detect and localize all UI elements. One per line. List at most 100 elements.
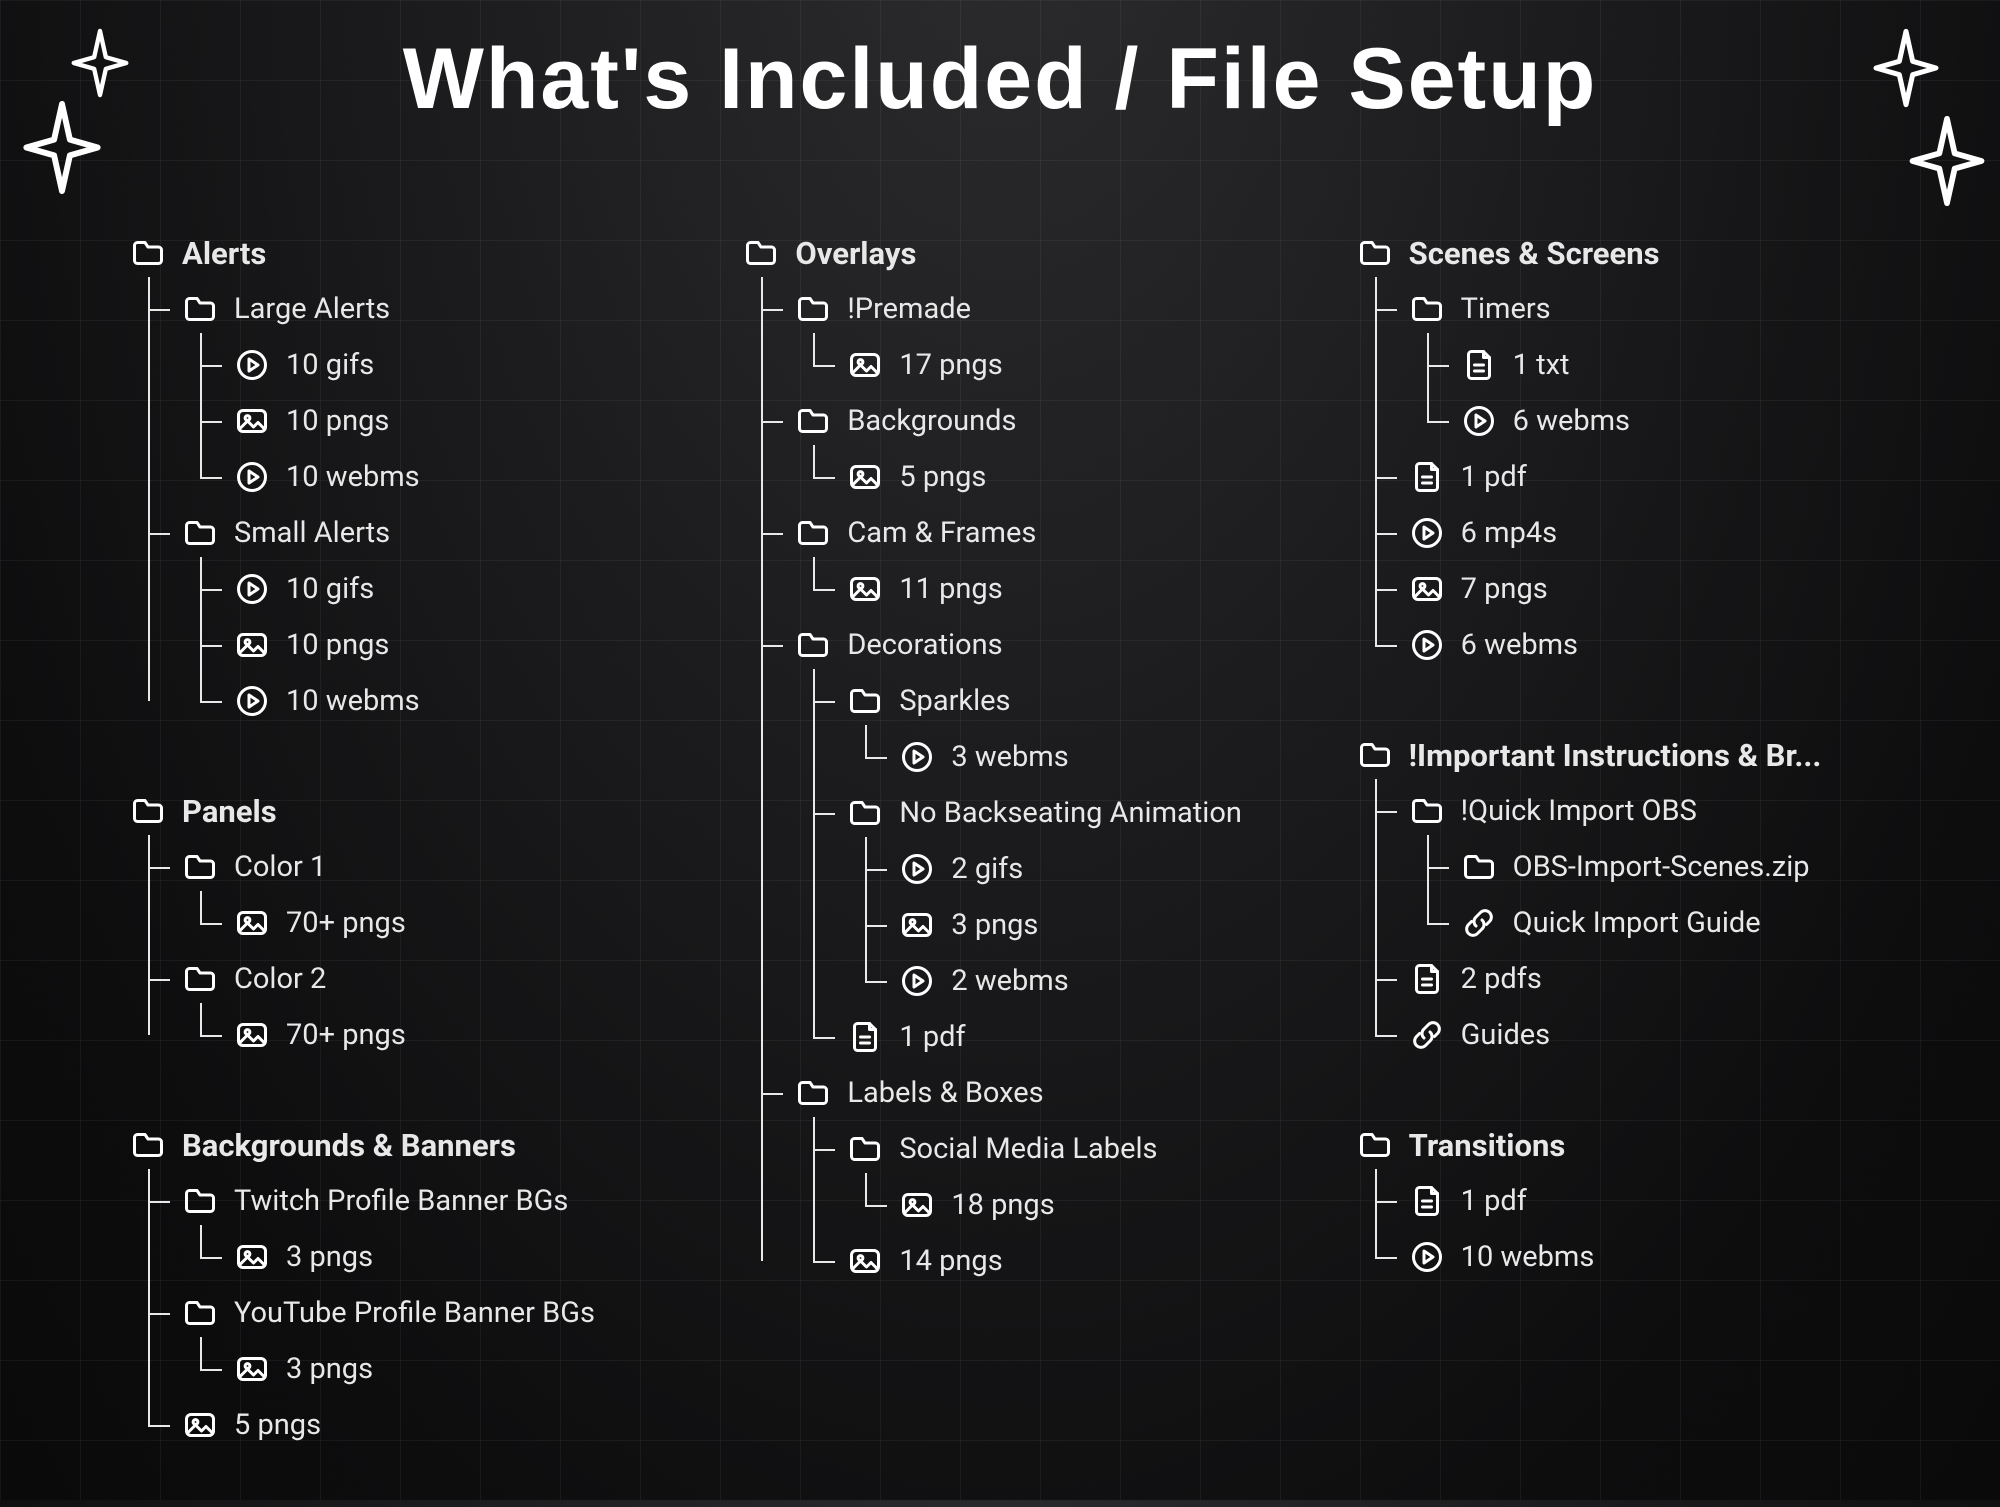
tree-node: 5 pngs	[847, 449, 1296, 505]
tree-row: !Premade	[795, 281, 1296, 337]
tree-node: Guides	[1409, 1007, 1910, 1063]
tree-label: 1 txt	[1513, 351, 1570, 380]
tree-children: 10 gifs10 pngs10 webms	[182, 561, 683, 729]
tree-label: 10 pngs	[286, 407, 389, 436]
tree-row: Twitch Profile Banner BGs	[182, 1173, 683, 1229]
column-3: Scenes & ScreensTimers1 txt6 webms1 pdf6…	[1357, 225, 1910, 1507]
tree-row: Cam & Frames	[795, 505, 1296, 561]
tree-children: 5 pngs	[795, 449, 1296, 505]
tree-node: Large Alerts10 gifs10 pngs10 webms	[182, 281, 683, 505]
tree-row: 3 webms	[899, 729, 1296, 785]
tree-label: 10 pngs	[286, 631, 389, 660]
tree-label: 2 pdfs	[1461, 965, 1542, 994]
tree-node: 7 pngs	[1409, 561, 1910, 617]
tree-row: 10 webms	[234, 673, 683, 729]
image-icon	[234, 1239, 270, 1275]
tree-row: Large Alerts	[182, 281, 683, 337]
play-icon	[1409, 627, 1445, 663]
tree-label: 6 mp4s	[1461, 519, 1557, 548]
tree-label: Scenes & Screens	[1409, 238, 1660, 269]
tree-node: 3 webms	[899, 729, 1296, 785]
tree-row: Color 1	[182, 839, 683, 895]
image-icon	[182, 1407, 218, 1443]
image-icon	[899, 907, 935, 943]
tree-row: 14 pngs	[847, 1233, 1296, 1289]
tree-children: Color 170+ pngsColor 270+ pngs	[130, 839, 683, 1063]
tree-node: 17 pngs	[847, 337, 1296, 393]
folder-icon	[795, 1075, 831, 1111]
tree-label: 10 webms	[286, 687, 420, 716]
tree-label: No Backseating Animation	[899, 799, 1242, 828]
tree-label: !Quick Import OBS	[1461, 797, 1697, 826]
tree-label: 5 pngs	[234, 1411, 321, 1440]
tree-label: Alerts	[182, 238, 266, 269]
folder-icon	[182, 961, 218, 997]
tree-row: 1 txt	[1461, 337, 1910, 393]
tree-label: Quick Import Guide	[1513, 909, 1761, 938]
tree-row: 2 gifs	[899, 841, 1296, 897]
image-icon	[234, 905, 270, 941]
image-icon	[847, 1243, 883, 1279]
tree-node: 2 webms	[899, 953, 1296, 1009]
tree-row: 3 pngs	[234, 1229, 683, 1285]
tree-label: 3 webms	[951, 743, 1068, 772]
tree-node: OBS-Import-Scenes.zip	[1461, 839, 1910, 895]
tree-node: 10 pngs	[234, 617, 683, 673]
columns-container: Alerts Large Alerts 10 gifs 10 pngs 10 webms…	[130, 225, 1910, 1507]
folder-icon	[130, 793, 166, 829]
tree-node: 10 pngs	[234, 393, 683, 449]
tree-section: Backgrounds & Banners Twitch Profile Bann…	[130, 1117, 683, 1453]
tree-children: 3 pngs	[182, 1341, 683, 1397]
folder-icon	[130, 1127, 166, 1163]
tree-label: Labels & Boxes	[847, 1079, 1043, 1108]
tree-label: Decorations	[847, 631, 1002, 660]
tree-row: OBS-Import-Scenes.zip	[1461, 839, 1910, 895]
folder-icon	[182, 291, 218, 327]
tree-children: 11 pngs	[795, 561, 1296, 617]
tree-node: 18 pngs	[899, 1177, 1296, 1233]
tree-label: 1 pdf	[1461, 1187, 1527, 1216]
tree-row: Transitions	[1357, 1117, 1910, 1173]
tree-label: Guides	[1461, 1021, 1551, 1050]
folder-icon	[1461, 849, 1497, 885]
tree-label: 6 webms	[1513, 407, 1630, 436]
folder-icon	[1357, 737, 1393, 773]
tree-label: OBS-Import-Scenes.zip	[1513, 853, 1810, 882]
folder-icon	[795, 291, 831, 327]
tree-row: 11 pngs	[847, 561, 1296, 617]
play-icon	[899, 739, 935, 775]
tree-label: Color 1	[234, 853, 326, 882]
tree-label: Twitch Profile Banner BGs	[234, 1187, 568, 1216]
tree-label: Small Alerts	[234, 519, 390, 548]
tree-node: Timers1 txt6 webms	[1409, 281, 1910, 449]
tree-label: Social Media Labels	[899, 1135, 1157, 1164]
tree-row: 2 pdfs	[1409, 951, 1910, 1007]
tree-node: 6 mp4s	[1409, 505, 1910, 561]
tree-row: No Backseating Animation	[847, 785, 1296, 841]
tree-row: 17 pngs	[847, 337, 1296, 393]
image-icon	[1409, 571, 1445, 607]
tree-row: 1 pdf	[1409, 1173, 1910, 1229]
tree-row: Guides	[1409, 1007, 1910, 1063]
tree-node: 10 gifs	[234, 337, 683, 393]
play-icon	[899, 963, 935, 999]
folder-icon	[182, 849, 218, 885]
tree-children: 2 gifs3 pngs2 webms	[847, 841, 1296, 1009]
tree-section: Overlays!Premade17 pngsBackgrounds5 pngs…	[743, 225, 1296, 1289]
tree-row: YouTube Profile Banner BGs	[182, 1285, 683, 1341]
tree-label: Large Alerts	[234, 295, 390, 324]
tree-children: 10 gifs10 pngs10 webms	[182, 337, 683, 505]
image-icon	[234, 627, 270, 663]
folder-icon	[795, 403, 831, 439]
tree-children: Twitch Profile Banner BGs 3 pngsYouTube P…	[130, 1173, 683, 1453]
tree-row: Alerts	[130, 225, 683, 281]
folder-icon	[130, 235, 166, 271]
tree-label: 6 webms	[1461, 631, 1578, 660]
tree-row: Labels & Boxes	[795, 1065, 1296, 1121]
tree-row: Color 2	[182, 951, 683, 1007]
folder-icon	[847, 1131, 883, 1167]
tree-node: YouTube Profile Banner BGs3 pngs	[182, 1285, 683, 1397]
folder-icon	[1409, 793, 1445, 829]
tree-label: Backgrounds & Banners	[182, 1130, 516, 1161]
tree-row: Small Alerts	[182, 505, 683, 561]
